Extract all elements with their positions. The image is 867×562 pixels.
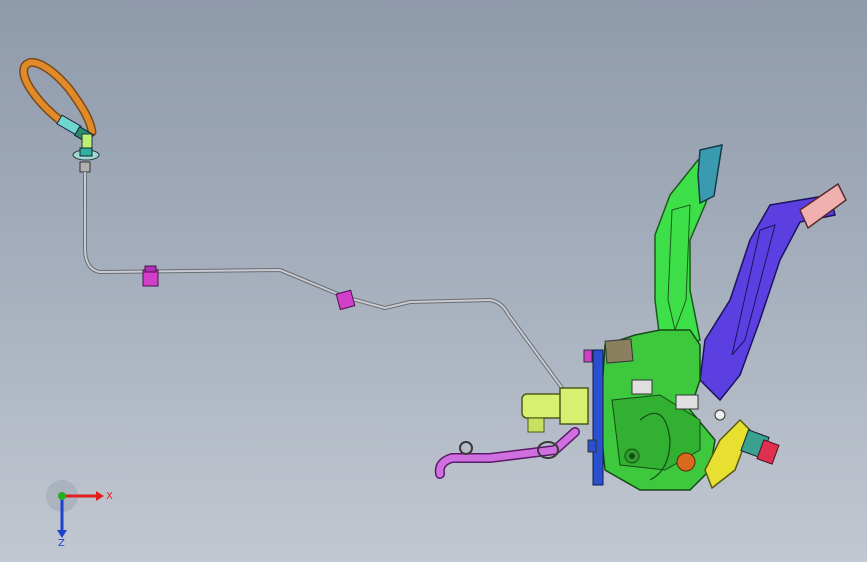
cad-model-scene[interactable] (0, 0, 867, 562)
pedal-bracket[interactable] (592, 329, 716, 491)
cad-viewport[interactable]: X Z (0, 0, 867, 562)
axis-triad: X Z (46, 480, 113, 548)
right-pedal-arm[interactable] (699, 182, 847, 402)
y-axis-dot (58, 492, 66, 500)
master-cylinder[interactable] (521, 387, 589, 433)
z-axis-arrow (57, 530, 67, 538)
cable-clip-1[interactable] (142, 265, 159, 287)
left-pedal-arm[interactable] (654, 144, 723, 351)
x-axis-arrow (96, 491, 104, 501)
hose-assembly[interactable] (19, 58, 100, 173)
z-axis-label: Z (58, 538, 65, 548)
x-axis-label: X (106, 491, 113, 502)
return-pipe[interactable] (434, 427, 580, 479)
pedal-switch[interactable] (704, 418, 780, 490)
cable-clip-2[interactable] (335, 289, 356, 311)
